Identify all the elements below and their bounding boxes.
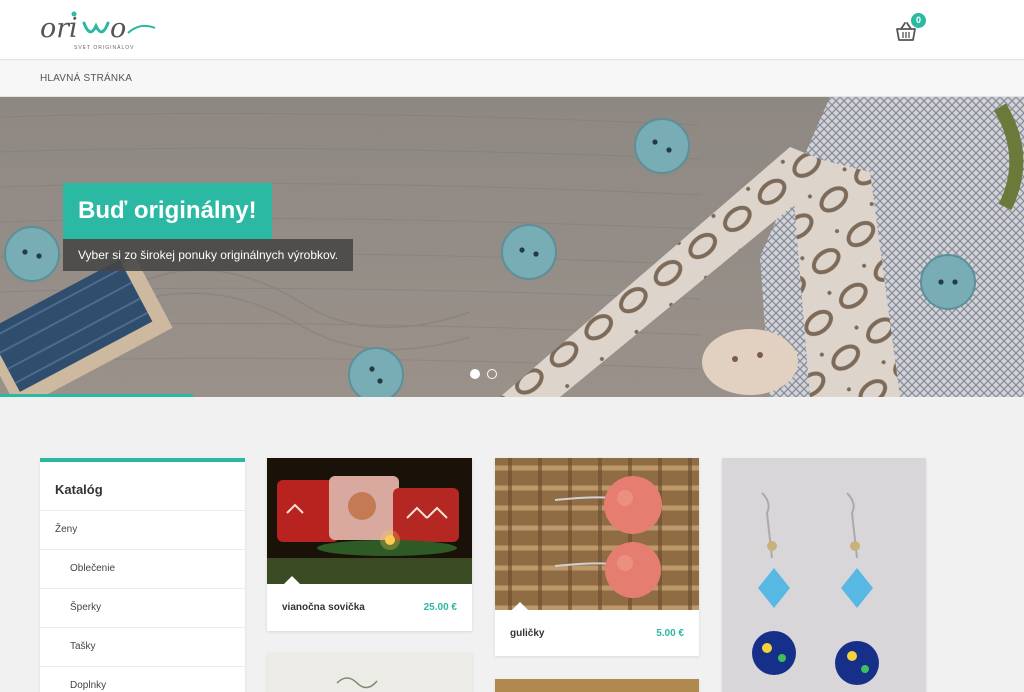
product-card[interactable] (495, 679, 699, 692)
catalog-item-oblecenie[interactable]: Oblečenie (40, 549, 245, 588)
hero-subtitle: Vyber si zo širokej ponuky originálnych … (63, 239, 354, 271)
product-price: 5.00 € (656, 628, 684, 639)
catalog-item-sperky[interactable]: Šperky (40, 588, 245, 627)
slider-dot-1[interactable] (470, 369, 480, 379)
svg-text:o: o (110, 13, 126, 44)
product-image (495, 679, 699, 692)
slider-progress-bar (0, 394, 193, 397)
product-image (267, 653, 472, 692)
product-card[interactable] (267, 653, 472, 692)
hero-slider: Buď originálny! Vyber si zo širokej ponu… (0, 97, 1024, 397)
product-image (267, 458, 472, 584)
product-card[interactable]: guličky 5.00 € (495, 458, 699, 656)
product-card[interactable] (722, 458, 926, 692)
catalog-sidebar: Katalóg Ženy Oblečenie Šperky Tašky Dopl… (40, 458, 245, 692)
svg-text:i: i (69, 13, 78, 44)
product-name[interactable]: guličky (510, 628, 544, 639)
cart-button[interactable]: 0 (894, 13, 930, 44)
product-image (495, 458, 699, 610)
product-card[interactable]: vianočna sovička 25.00 € (267, 458, 472, 631)
product-image (722, 458, 926, 692)
catalog-item-doplnky[interactable]: Doplnky (40, 666, 245, 692)
breadcrumb: HLAVNÁ STRÁNKA (0, 61, 1024, 97)
catalog-title: Katalóg (55, 482, 103, 497)
product-price: 25.00 € (423, 602, 457, 613)
slider-dot-2[interactable] (487, 369, 497, 379)
card-notch (284, 576, 300, 584)
oriwo-logo[interactable]: or i o SVET ORIGINÁLOV (40, 6, 160, 54)
product-name[interactable]: vianočna sovička (282, 602, 365, 613)
card-notch (512, 602, 528, 610)
breadcrumb-home-link[interactable]: HLAVNÁ STRÁNKA (40, 73, 132, 84)
site-header: or i o SVET ORIGINÁLOV 0 (0, 0, 1024, 60)
catalog-item-zeny[interactable]: Ženy (40, 510, 245, 549)
svg-text:or: or (40, 13, 71, 44)
cart-count-badge: 0 (911, 13, 926, 28)
logo-tagline: SVET ORIGINÁLOV (74, 44, 134, 51)
catalog-item-tasky[interactable]: Tašky (40, 627, 245, 666)
hero-title: Buď originálny! (63, 183, 272, 239)
